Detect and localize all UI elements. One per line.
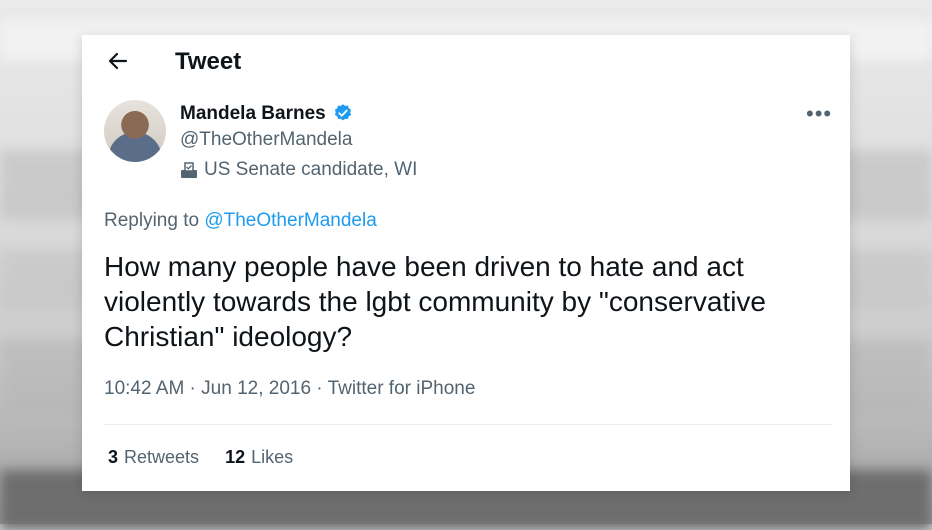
bio-text: US Senate candidate, WI (204, 159, 418, 180)
retweets-stat[interactable]: 3 Retweets (108, 447, 199, 468)
likes-stat[interactable]: 12 Likes (225, 447, 293, 468)
page-title: Tweet (175, 48, 242, 75)
tweet-text: How many people have been driven to hate… (104, 251, 767, 352)
avatar[interactable] (104, 100, 166, 162)
more-options-icon[interactable]: ••• (806, 101, 832, 127)
ballot-box-icon (180, 161, 198, 179)
tweet-card: Tweet Mandela Barnes @TheOtherMandela US… (82, 35, 850, 491)
verified-badge-icon (333, 103, 353, 123)
tweet-timestamp[interactable]: 10:42 AM · Jun 12, 2016 · Twitter for iP… (104, 378, 475, 400)
likes-label: Likes (251, 447, 294, 467)
back-arrow-icon[interactable] (106, 49, 130, 73)
author-bio: US Senate candidate, WI (180, 159, 417, 181)
replying-to-label: Replying to (104, 210, 205, 231)
tweet-stats: 3 Retweets 12 Likes (108, 447, 293, 468)
tweet-header: Tweet (82, 35, 850, 87)
author-name[interactable]: Mandela Barnes (180, 103, 326, 125)
replying-to: Replying to @TheOtherMandela (104, 210, 377, 232)
author-handle[interactable]: @TheOtherMandela (180, 129, 352, 151)
retweets-label: Retweets (124, 447, 200, 467)
reply-mention-link[interactable]: @TheOtherMandela (204, 210, 376, 231)
retweets-count: 3 (108, 447, 119, 467)
divider (104, 424, 832, 425)
likes-count: 12 (225, 447, 246, 467)
